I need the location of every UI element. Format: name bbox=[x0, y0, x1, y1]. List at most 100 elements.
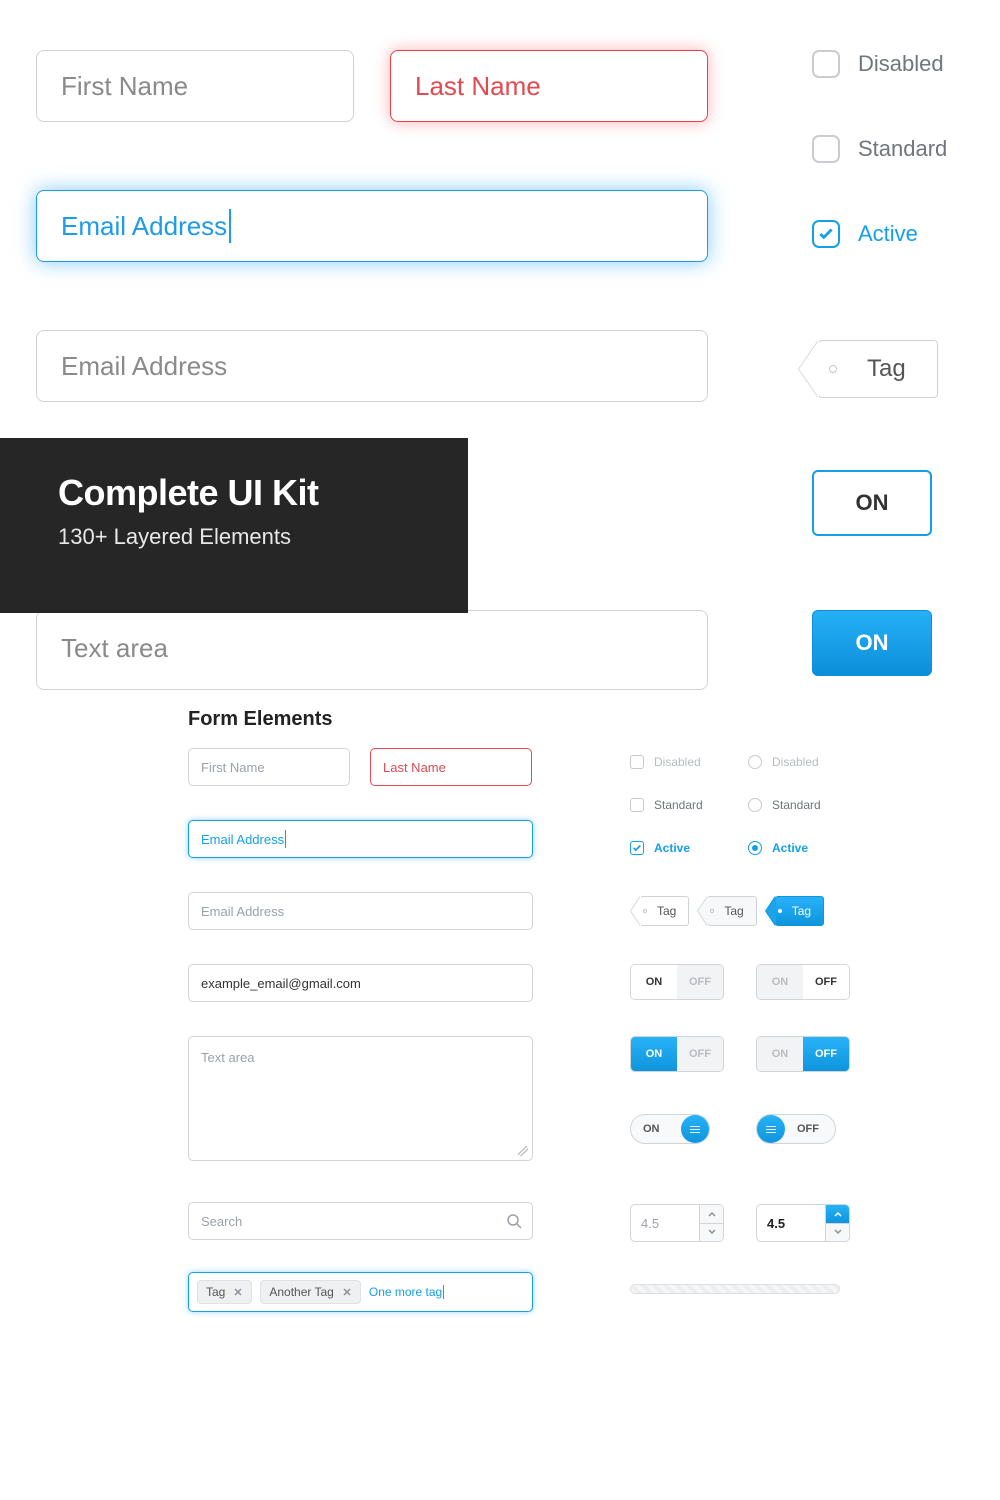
stepper-down-button[interactable] bbox=[700, 1223, 723, 1242]
number-stepper-active[interactable]: 4.5 bbox=[756, 1204, 850, 1242]
radio-label: Active bbox=[772, 841, 808, 855]
tag-chip[interactable]: Tag bbox=[197, 1280, 252, 1304]
input-text: Email Address bbox=[61, 211, 227, 242]
tag-hole-icon bbox=[710, 909, 714, 913]
tag-hole-icon bbox=[829, 365, 837, 373]
tag-input[interactable]: Tag Another Tag One more tag bbox=[188, 1272, 533, 1312]
promo-overlay: Complete UI Kit 130+ Layered Elements bbox=[0, 438, 468, 613]
stepper-up-button[interactable] bbox=[826, 1205, 849, 1223]
input-value: example_email@gmail.com bbox=[201, 976, 361, 991]
stepper-down-button[interactable] bbox=[826, 1223, 849, 1242]
switch-label: ON bbox=[856, 490, 889, 516]
switch-off[interactable]: ONOFF bbox=[756, 964, 850, 1000]
email-input-focused[interactable]: Email Address bbox=[36, 190, 708, 262]
chevron-up-icon bbox=[708, 1211, 716, 1217]
tag-input-typing[interactable]: One more tag bbox=[369, 1285, 444, 1299]
stepper-up-button[interactable] bbox=[700, 1205, 723, 1223]
email-input[interactable]: Email Address bbox=[36, 330, 708, 402]
switch-on-filled[interactable]: ON bbox=[812, 610, 932, 676]
tag-label: Tag bbox=[792, 904, 811, 918]
switch-label: ON bbox=[856, 630, 889, 656]
switch-off-label: OFF bbox=[677, 965, 723, 999]
chevron-down-icon bbox=[834, 1229, 842, 1235]
switch-on-label: ON bbox=[631, 1037, 677, 1071]
checkbox-label: Standard bbox=[858, 136, 947, 162]
checkbox-label: Standard bbox=[654, 798, 703, 812]
tag[interactable]: Tag bbox=[707, 896, 756, 926]
cursor-icon bbox=[285, 830, 286, 848]
placeholder-text: Email Address bbox=[61, 351, 227, 382]
checkbox-standard[interactable]: Standard bbox=[812, 135, 947, 163]
overlay-subtitle: 130+ Layered Elements bbox=[58, 524, 410, 550]
number-stepper[interactable]: 4.5 bbox=[630, 1204, 724, 1242]
switch-off-label: OFF bbox=[803, 965, 849, 999]
email-input-focused[interactable]: Email Address bbox=[188, 820, 533, 858]
resize-handle-icon[interactable] bbox=[518, 1146, 528, 1156]
switch-on-outlined[interactable]: ON bbox=[812, 470, 932, 536]
tag-hole-icon bbox=[643, 909, 647, 913]
email-input[interactable]: Email Address bbox=[188, 892, 533, 930]
checkbox-standard[interactable]: Standard bbox=[630, 798, 703, 812]
last-name-input-error[interactable]: Last Name bbox=[390, 50, 708, 122]
chip-label: Another Tag bbox=[269, 1285, 334, 1299]
tag-label: Tag bbox=[657, 904, 676, 918]
chevron-down-icon bbox=[708, 1229, 716, 1235]
first-name-input[interactable]: First Name bbox=[36, 50, 354, 122]
chip-label: Tag bbox=[206, 1285, 225, 1299]
tag-primary[interactable]: Tag bbox=[775, 896, 824, 926]
placeholder-text: Email Address bbox=[201, 904, 284, 919]
radio-standard[interactable]: Standard bbox=[748, 798, 821, 812]
toggle-knob-icon bbox=[757, 1115, 785, 1143]
section-heading: Form Elements bbox=[188, 708, 332, 731]
switch-off-label: OFF bbox=[803, 1037, 849, 1071]
tag-chip[interactable]: Another Tag bbox=[260, 1280, 361, 1304]
cursor-icon bbox=[229, 209, 231, 243]
stepper-value[interactable]: 4.5 bbox=[631, 1205, 699, 1241]
switch-off-label: OFF bbox=[677, 1037, 723, 1071]
toggle-off[interactable]: OFF bbox=[756, 1114, 836, 1144]
typing-text: One more tag bbox=[369, 1285, 442, 1299]
cursor-icon bbox=[443, 1285, 444, 1299]
last-name-input-error[interactable]: Last Name bbox=[370, 748, 532, 786]
placeholder-text: Search bbox=[201, 1214, 242, 1229]
first-name-input[interactable]: First Name bbox=[188, 748, 350, 786]
checkbox-active[interactable]: Active bbox=[812, 220, 918, 248]
checkbox-label: Disabled bbox=[858, 51, 944, 77]
close-icon[interactable] bbox=[233, 1287, 243, 1297]
chevron-up-icon bbox=[834, 1211, 842, 1217]
checkbox-active[interactable]: Active bbox=[630, 841, 690, 855]
close-icon[interactable] bbox=[342, 1287, 352, 1297]
email-input-filled[interactable]: example_email@gmail.com bbox=[188, 964, 533, 1002]
placeholder-text: First Name bbox=[201, 760, 265, 775]
radio-disabled: Disabled bbox=[748, 755, 819, 769]
toggle-label: ON bbox=[643, 1123, 660, 1135]
placeholder-text: Last Name bbox=[415, 71, 541, 102]
radio-active[interactable]: Active bbox=[748, 841, 808, 855]
stepper-value[interactable]: 4.5 bbox=[757, 1205, 825, 1241]
switch-on-label: ON bbox=[631, 965, 677, 999]
switch-off-primary[interactable]: ONOFF bbox=[756, 1036, 850, 1072]
tag-label: Tag bbox=[867, 355, 906, 383]
input-text: Email Address bbox=[201, 832, 284, 847]
checkbox-disabled: Disabled bbox=[812, 50, 944, 78]
placeholder-text: First Name bbox=[61, 71, 188, 102]
checkbox-label: Disabled bbox=[654, 755, 701, 769]
toggle-knob-icon bbox=[681, 1115, 709, 1143]
overlay-title: Complete UI Kit bbox=[58, 472, 410, 514]
textarea-input[interactable]: Text area bbox=[188, 1036, 533, 1161]
tag-hole-icon bbox=[778, 909, 782, 913]
tag[interactable]: Tag bbox=[640, 896, 689, 926]
tag[interactable]: Tag bbox=[818, 340, 938, 398]
search-input[interactable]: Search bbox=[188, 1202, 533, 1240]
placeholder-text: Text area bbox=[201, 1050, 254, 1065]
placeholder-text: Text area bbox=[61, 633, 168, 664]
radio-label: Disabled bbox=[772, 755, 819, 769]
toggle-label: OFF bbox=[797, 1123, 819, 1135]
toggle-on[interactable]: ON bbox=[630, 1114, 710, 1144]
checkbox-label: Active bbox=[654, 841, 690, 855]
switch-on[interactable]: ONOFF bbox=[630, 964, 724, 1000]
switch-on-primary[interactable]: ONOFF bbox=[630, 1036, 724, 1072]
tag-label: Tag bbox=[724, 904, 743, 918]
textarea-input[interactable]: Text area bbox=[36, 610, 708, 690]
search-icon[interactable] bbox=[506, 1213, 522, 1229]
